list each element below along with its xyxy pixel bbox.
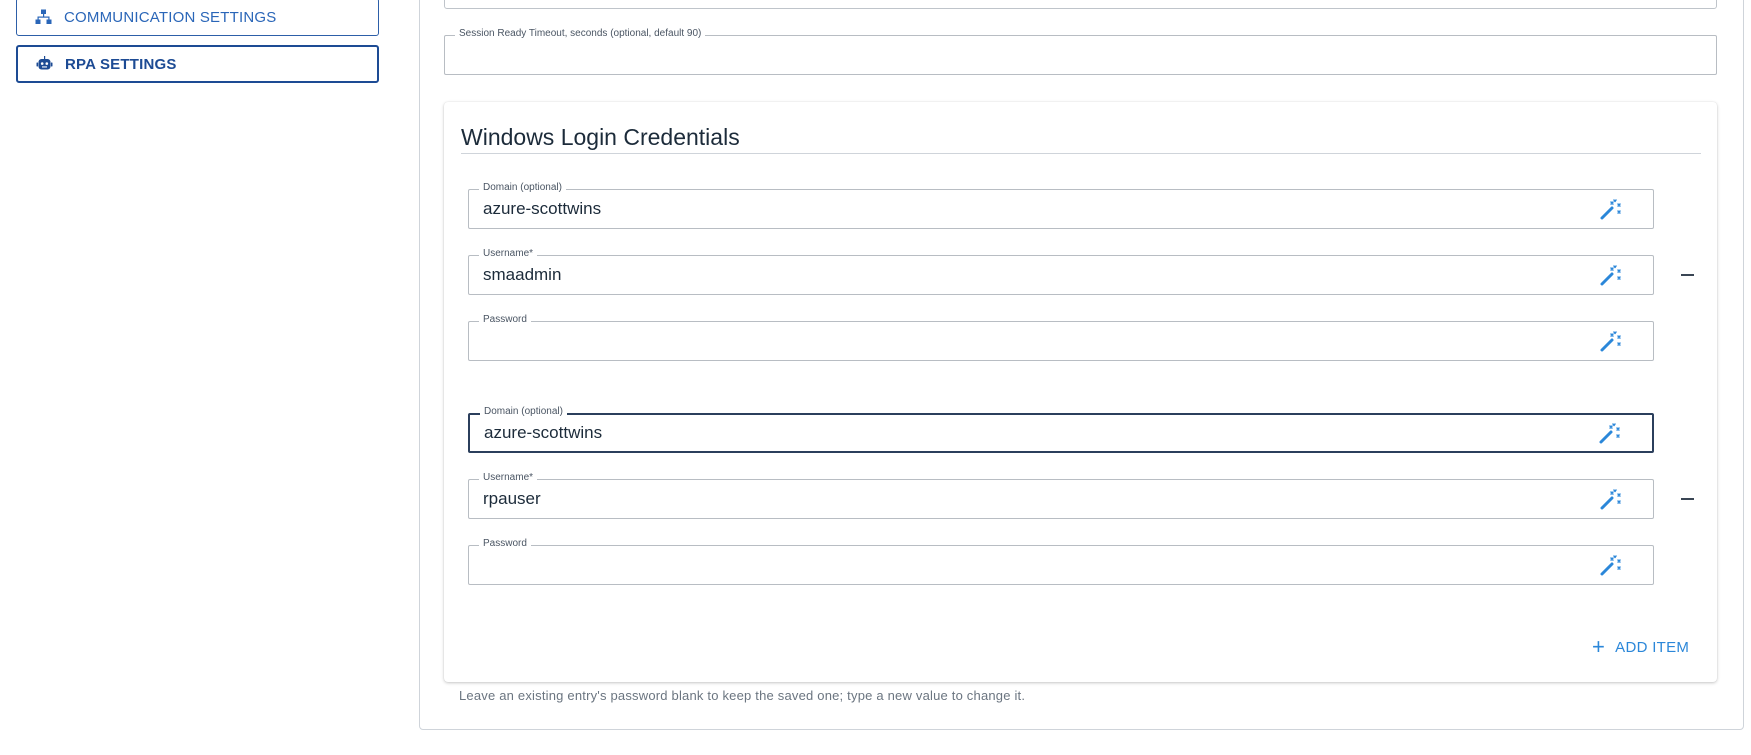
remove-entry-button[interactable]	[1677, 265, 1697, 285]
password-field[interactable]: Password	[468, 314, 1654, 361]
username-input[interactable]	[483, 256, 1587, 294]
sitemap-icon	[35, 9, 52, 26]
plus-icon: +	[1592, 634, 1606, 659]
robot-icon	[36, 55, 53, 73]
sidebar-item-rpa-settings[interactable]: RPA SETTINGS	[16, 45, 379, 83]
title-divider	[461, 153, 1701, 154]
domain-field[interactable]: Domain (optional)	[468, 182, 1654, 229]
minus-icon	[1680, 498, 1694, 500]
sidebar-item-communication-settings[interactable]: COMMUNICATION SETTINGS	[16, 0, 379, 36]
remove-entry-button[interactable]	[1677, 489, 1697, 509]
session-timeout-field[interactable]: Session Ready Timeout, seconds (optional…	[444, 28, 1717, 75]
magic-wand-icon[interactable]	[1599, 263, 1623, 287]
sidebar-item-label: RPA SETTINGS	[65, 55, 177, 73]
magic-wand-icon[interactable]	[1599, 197, 1623, 221]
domain-input[interactable]	[484, 415, 1586, 451]
password-field[interactable]: Password	[468, 538, 1654, 585]
credentials-title: Windows Login Credentials	[461, 124, 740, 150]
session-timeout-input[interactable]	[459, 36, 1650, 74]
add-item-button[interactable]: + ADD ITEM	[1592, 634, 1689, 660]
username-input[interactable]	[483, 480, 1587, 518]
password-input[interactable]	[483, 322, 1587, 360]
add-item-label: ADD ITEM	[1615, 638, 1690, 656]
username-field[interactable]: Username*	[468, 472, 1654, 519]
sidebar-item-label: COMMUNICATION SETTINGS	[64, 8, 277, 26]
magic-wand-icon[interactable]	[1599, 553, 1623, 577]
password-hint: Leave an existing entry's password blank…	[459, 688, 1026, 703]
magic-wand-icon[interactable]	[1598, 421, 1622, 445]
previous-field[interactable]	[444, 0, 1717, 9]
username-field[interactable]: Username*	[468, 248, 1654, 295]
password-input[interactable]	[483, 546, 1587, 584]
magic-wand-icon[interactable]	[1599, 329, 1623, 353]
minus-icon	[1680, 274, 1694, 276]
domain-field[interactable]: Domain (optional)	[468, 406, 1654, 453]
magic-wand-icon[interactable]	[1599, 487, 1623, 511]
domain-input[interactable]	[483, 190, 1587, 228]
